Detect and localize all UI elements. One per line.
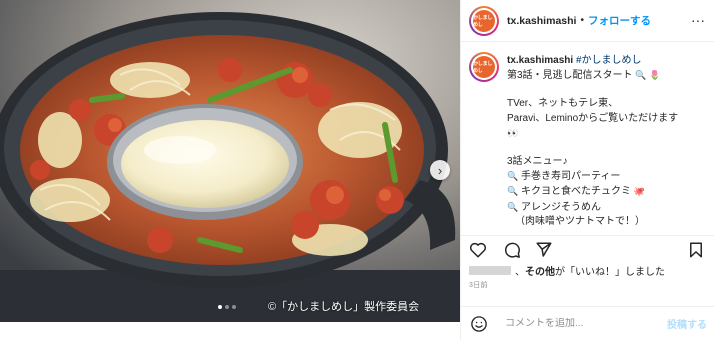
post-comment-button[interactable]: 投稿する — [667, 316, 707, 331]
more-options-icon[interactable]: ··· — [691, 12, 705, 28]
caption-area: かしましめし tx.kashimashi #かしましめし 第3話・見逃し配信スタ… — [461, 46, 714, 228]
magnifier-icon: 🔍 — [507, 186, 519, 197]
heart-icon — [469, 242, 487, 258]
magnifier-icon: 🔍 — [507, 201, 519, 212]
likes-line: 、 その他 が「いいね！」しました — [469, 263, 665, 278]
menu-item: アレンジそうめん — [521, 201, 601, 213]
avatar-logo: かしましめし — [473, 56, 495, 78]
blurred-username[interactable] — [469, 266, 511, 275]
header-username[interactable]: tx.kashimashi — [507, 15, 576, 27]
menu-item: 手巻き寿司パーティー — [521, 171, 621, 183]
emoji-picker-button[interactable] — [469, 314, 489, 334]
food-photo — [0, 0, 460, 322]
comment-input[interactable] — [505, 318, 655, 329]
caption-username[interactable]: tx.kashimashi — [507, 55, 573, 66]
carousel-dot-3 — [232, 305, 236, 309]
likes-others[interactable]: その他 — [525, 263, 555, 278]
copyright-text: ©「かしましめし」製作委員会 — [268, 301, 420, 313]
action-bar — [461, 235, 714, 261]
chevron-right-icon: › — [437, 162, 443, 178]
comment-icon — [505, 242, 520, 258]
likes-text: が「いいね！」しました — [555, 267, 665, 278]
bookmark-icon — [690, 242, 702, 258]
like-button[interactable] — [467, 239, 489, 261]
tulip-icon: 🌷 — [649, 70, 661, 81]
header-separator: • — [580, 15, 584, 26]
comment-button[interactable] — [501, 239, 523, 261]
avatar-logo: かしましめし — [473, 9, 495, 32]
post-panel: かしましめし tx.kashimashi • フォローする ··· かしましめし… — [460, 0, 714, 340]
post-media[interactable]: › ©「かしましめし」製作委員会 — [0, 0, 460, 322]
caption-line-2: TVer、ネットもテレ東、 — [507, 98, 619, 110]
smiley-icon — [471, 315, 487, 332]
caption-avatar[interactable]: かしましめし — [469, 52, 499, 82]
carousel-dots — [218, 305, 236, 309]
post-date[interactable]: 3日前 — [469, 280, 488, 290]
save-button[interactable] — [685, 239, 707, 261]
avatar[interactable]: かしましめし — [469, 5, 499, 36]
share-button[interactable] — [533, 239, 555, 261]
caption-line-1: 第3話・見逃し配信スタート — [507, 70, 633, 82]
comment-bar: 投稿する — [461, 306, 714, 340]
menu-item-note: （肉味噌やツナトマトで！） — [515, 215, 645, 227]
eyes-icon: 👀 — [507, 127, 519, 138]
octopus-icon: 🐙 — [633, 186, 645, 197]
magnifier-icon: 🔍 — [635, 70, 647, 81]
carousel-dot-1 — [218, 305, 222, 309]
carousel-dot-2 — [225, 305, 229, 309]
menu-item: キクヨと食べたチュクミ — [521, 186, 631, 198]
caption-text: tx.kashimashi #かしましめし 第3話・見逃し配信スタート 🔍 🌷 … — [507, 54, 711, 228]
magnifier-icon: 🔍 — [507, 171, 519, 182]
send-icon — [536, 242, 552, 257]
caption-line-3: Paravi、Leminoからご覧いただけます — [507, 112, 679, 124]
caption-hashtag[interactable]: #かしましめし — [576, 55, 642, 66]
next-slide-button[interactable]: › — [430, 160, 450, 180]
post-header: かしましめし tx.kashimashi • フォローする ··· — [461, 0, 714, 42]
menu-title: 3話メニュー♪ — [507, 156, 568, 168]
follow-button[interactable]: フォローする — [588, 13, 651, 28]
